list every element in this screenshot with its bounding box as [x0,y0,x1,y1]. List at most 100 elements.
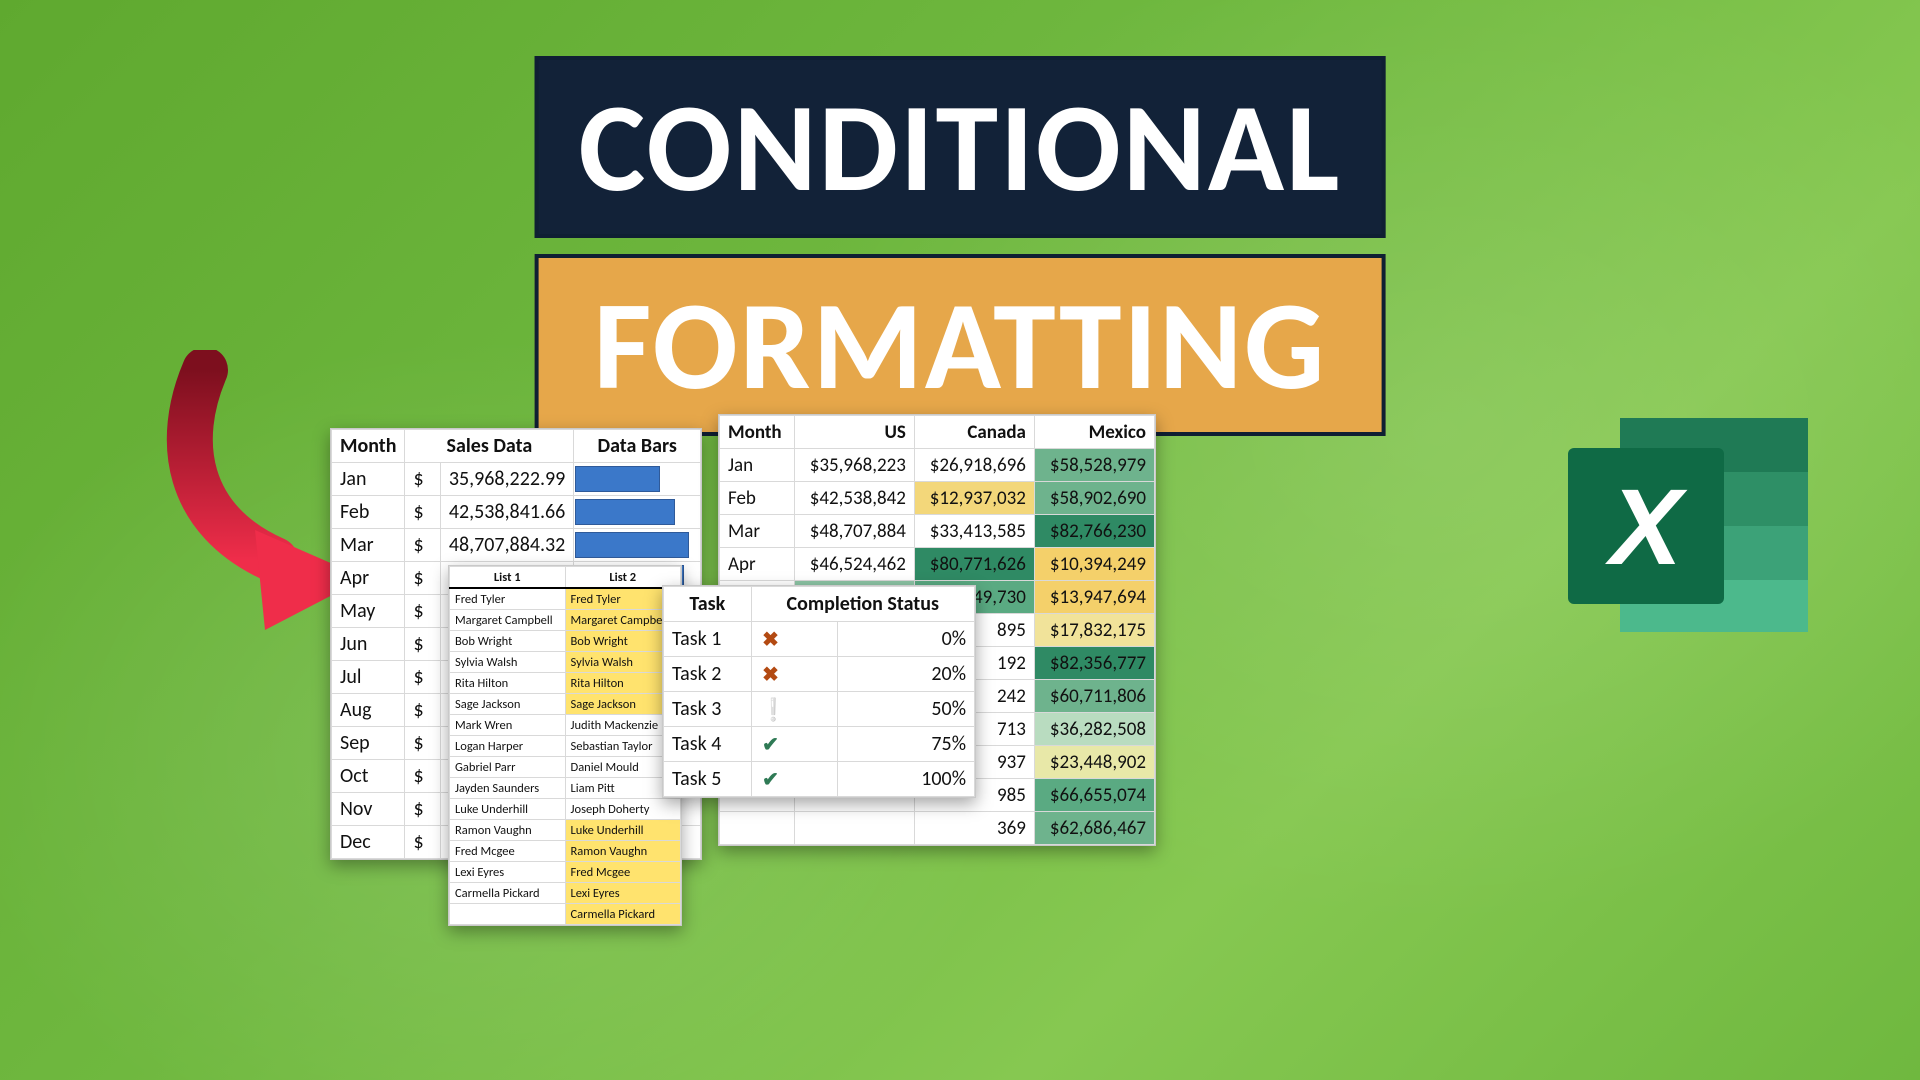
table-row: Jayden SaundersLiam Pitt [450,778,681,799]
pct-cell: 100% [838,762,975,797]
task-cell: Task 2 [664,657,752,692]
table-row: Bob WrightBob Wright [450,631,681,652]
title-block: CONDITIONAL FORMATTING [535,56,1386,436]
table-row: Sylvia WalshSylvia Walsh [450,652,681,673]
table-row: Feb$42,538,841.66 [332,496,701,529]
month-cell [720,812,795,845]
table-row: Lexi EyresFred Mcgee [450,862,681,883]
mexico-cell: $66,655,074 [1034,779,1154,812]
cc-canada: Canada [914,416,1034,449]
pct-cell: 75% [838,727,975,762]
canada-cell: $33,413,585 [914,515,1034,548]
table-row: Mark WrenJudith Mackenzie [450,715,681,736]
table-row: Sage JacksonSage Jackson [450,694,681,715]
databar-cell [574,529,701,562]
month-cell: Mar [332,529,405,562]
cross-icon: ✖ [760,627,782,652]
status-icon-cell: ✖ [751,657,838,692]
currency-cell: $ [405,694,440,727]
month-cell: Oct [332,760,405,793]
mexico-cell: $17,832,175 [1034,614,1154,647]
currency-cell: $ [405,760,440,793]
task-cell: Task 1 [664,622,752,657]
list1-header: List 1 [450,567,566,589]
task-header: Task [664,587,752,622]
cc-month: Month [720,416,795,449]
us-cell [794,812,914,845]
table-row: Task 3❕50% [664,692,975,727]
list1-cell: Luke Underhill [450,799,566,820]
month-cell: Feb [720,482,795,515]
table-row: Luke UnderhillJoseph Doherty [450,799,681,820]
table-row: Task 1✖0% [664,622,975,657]
list1-cell: Fred Tyler [450,588,566,610]
status-icon-cell: ✔ [751,762,838,797]
month-cell: Jan [720,449,795,482]
mexico-cell: $36,282,508 [1034,713,1154,746]
status-icon-cell: ❕ [751,692,838,727]
list1-cell [450,904,566,925]
list2-cell: Luke Underhill [565,820,681,841]
check-icon: ✔ [760,732,782,757]
mexico-cell: $82,766,230 [1034,515,1154,548]
month-cell: Sep [332,727,405,760]
value-cell: 48,707,884.32 [440,529,573,562]
col-bars: Data Bars [574,430,701,463]
task-cell: Task 4 [664,727,752,762]
table-row: 369$62,686,467 [720,812,1155,845]
mexico-cell: $58,528,979 [1034,449,1154,482]
list1-cell: Sylvia Walsh [450,652,566,673]
table-row: Task 2✖20% [664,657,975,692]
excel-letter: X [1568,448,1724,604]
currency-cell: $ [405,793,440,826]
list2-cell: Joseph Doherty [565,799,681,820]
table-row: Mar$48,707,884.32 [332,529,701,562]
currency-cell: $ [405,727,440,760]
list1-cell: Fred Mcgee [450,841,566,862]
currency-cell: $ [405,595,440,628]
task-completion-panel: Task Completion Status Task 1✖0%Task 2✖2… [662,585,976,798]
task-cell: Task 5 [664,762,752,797]
cc-us: US [794,416,914,449]
table-row: Jan$35,968,222.99 [332,463,701,496]
mexico-cell: $13,947,694 [1034,581,1154,614]
table-row: Rita HiltonRita Hilton [450,673,681,694]
list1-cell: Sage Jackson [450,694,566,715]
list2-cell: Fred Mcgee [565,862,681,883]
us-cell: $48,707,884 [794,515,914,548]
list2-cell: Lexi Eyres [565,883,681,904]
month-cell: Apr [332,562,405,595]
us-cell: $46,524,462 [794,548,914,581]
lists-table: List 1 List 2 Fred TylerFred TylerMargar… [449,566,681,925]
mexico-cell: $10,394,249 [1034,548,1154,581]
currency-cell: $ [405,463,440,496]
list1-cell: Ramon Vaughn [450,820,566,841]
table-row: Task 5✔100% [664,762,975,797]
table-row: Ramon VaughnLuke Underhill [450,820,681,841]
list1-cell: Jayden Saunders [450,778,566,799]
mexico-cell: $23,448,902 [1034,746,1154,779]
mexico-cell: $58,902,690 [1034,482,1154,515]
currency-cell: $ [405,826,440,859]
table-row: Jan$35,968,223$26,918,696$58,528,979 [720,449,1155,482]
month-cell: May [332,595,405,628]
table-row: Fred McgeeRamon Vaughn [450,841,681,862]
mexico-cell: $82,356,777 [1034,647,1154,680]
canada-cell: 369 [914,812,1034,845]
excel-icon: X [1568,408,1808,648]
title-line-2: FORMATTING [535,254,1386,436]
table-row: Fred TylerFred Tyler [450,588,681,610]
status-icon-cell: ✖ [751,622,838,657]
list1-cell: Gabriel Parr [450,757,566,778]
list2-cell: Ramon Vaughn [565,841,681,862]
pct-cell: 50% [838,692,975,727]
list1-cell: Rita Hilton [450,673,566,694]
month-cell: Feb [332,496,405,529]
list1-cell: Margaret Campbell [450,610,566,631]
currency-cell: $ [405,562,440,595]
canada-cell: $12,937,032 [914,482,1034,515]
us-cell: $42,538,842 [794,482,914,515]
canada-cell: $26,918,696 [914,449,1034,482]
month-cell: Nov [332,793,405,826]
table-row: Carmella Pickard [450,904,681,925]
